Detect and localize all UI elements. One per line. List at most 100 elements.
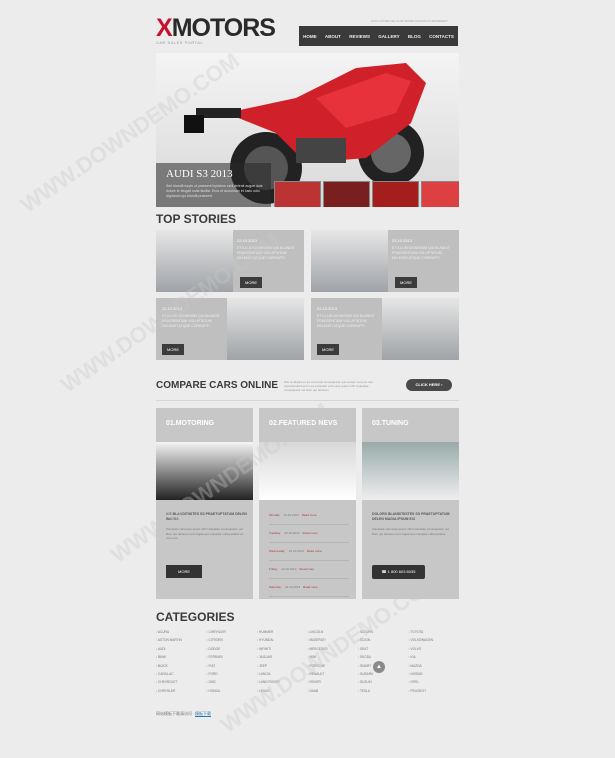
news-read-more-link[interactable]: Read more (303, 585, 318, 589)
category-link[interactable]: BUICK (156, 662, 207, 670)
category-link[interactable]: TOYOTA (409, 628, 460, 636)
category-link[interactable]: INFINITI (257, 645, 308, 653)
story-card[interactable]: 22.10.2013 ET ILLUM DIGNISSIM QUI BLANDI… (156, 298, 304, 360)
news-day: Friday (269, 567, 278, 571)
story-text: ET ILLUM DIGNISSIM QUI BLANDIT PRAESENTI… (317, 314, 375, 328)
logo-text: MOTORS (171, 14, 276, 42)
site-logo[interactable]: XMOTORS (156, 14, 276, 43)
nav-item-home[interactable]: HOME (303, 34, 317, 39)
news-row[interactable]: Saturday 22.10.2013 Read more (269, 578, 349, 597)
slider-thumb-1[interactable] (274, 181, 321, 207)
hero-slider[interactable]: AUDI S3 2013 Sed blandit turpis ut praes… (156, 53, 459, 207)
category-link[interactable]: CHRYSLER (156, 687, 207, 695)
category-link[interactable]: CITROEN (207, 636, 258, 644)
slider-thumb-3[interactable] (372, 181, 419, 207)
category-link[interactable]: NISSAN (409, 670, 460, 678)
category-link[interactable]: HONDA (207, 687, 258, 695)
news-row[interactable]: Tuesday 22.10.2013 Read more (269, 524, 349, 543)
news-column: 02.FEATURED NEVS Monday 22.10.2013 Read mo… (259, 408, 356, 599)
story-card[interactable]: 22.10.2013 ET ILLUM DIGNISSIM QUI BLANDI… (156, 230, 304, 292)
category-link[interactable]: FERRARI (207, 653, 258, 661)
phone-button[interactable]: ☎ 1 800 603 6035 (372, 565, 425, 579)
scroll-to-top-button[interactable]: ▲ (373, 661, 385, 673)
news-time: 22.10.2013 (281, 567, 297, 571)
category-link[interactable]: MERCEDES (308, 645, 359, 653)
nav-item-blog[interactable]: BLOG (408, 34, 421, 39)
category-link[interactable]: MINI (308, 653, 359, 661)
category-link[interactable]: DODGE (207, 645, 258, 653)
compare-title: COMPARE CARS ONLINE (156, 380, 279, 391)
category-link[interactable]: KIA (409, 653, 460, 661)
category-link[interactable]: VOLKSWAGEN (409, 636, 460, 644)
category-link[interactable]: LAND ROVER (257, 678, 308, 686)
slider-thumbnails (274, 181, 459, 207)
news-read-more-link[interactable]: Read more (302, 531, 317, 535)
news-row[interactable]: Wednesday 22.10.2013 Read more (269, 542, 349, 561)
news-time: 22.10.2013 (284, 531, 300, 535)
category-link[interactable]: CHEVROLET (156, 678, 207, 686)
story-card[interactable]: 22.10.2013 ET ILLUM DIGNISSIM QUI BLANDI… (311, 230, 459, 292)
category-link[interactable]: RENAULT (308, 670, 359, 678)
category-link[interactable]: OPEL (409, 678, 460, 686)
category-link[interactable]: GMC (207, 678, 258, 686)
category-link[interactable]: AUDI (156, 645, 207, 653)
news-read-more-link[interactable]: Read more (299, 567, 314, 571)
story-more-button[interactable]: MORE (240, 277, 262, 288)
category-link[interactable]: SEAT (358, 645, 409, 653)
category-link[interactable]: ACURA (156, 628, 207, 636)
footer-link[interactable]: 模板下载 (195, 711, 211, 716)
story-more-button[interactable]: MORE (317, 344, 339, 355)
category-link[interactable]: TESLA (358, 687, 409, 695)
news-read-more-link[interactable]: Read more (307, 549, 322, 553)
news-row[interactable]: Monday 22.10.2013 Read more (269, 506, 349, 525)
slide-title: AUDI S3 2013 (166, 168, 233, 180)
category-column: CHRYSLER CITROEN DODGE FERRARI FIAT FORD… (207, 628, 258, 695)
category-link[interactable]: JEEP (257, 662, 308, 670)
click-here-button[interactable]: CLICK HERE › (406, 379, 452, 391)
category-link[interactable]: MASERATI (308, 636, 359, 644)
logo-x: X (156, 14, 173, 42)
category-link[interactable]: CADILLAC (156, 670, 207, 678)
categories-list: ACURA ASTON MARTIN AUDI BMW BUICK CADILL… (156, 628, 459, 695)
news-read-more-link[interactable]: Read more (302, 513, 317, 517)
nav-item-contacts[interactable]: CONTACTS (429, 34, 454, 39)
category-link[interactable]: BMW (156, 653, 207, 661)
category-link[interactable]: SUZUKI (358, 678, 409, 686)
category-link[interactable]: ASTON MARTIN (156, 636, 207, 644)
category-link[interactable]: FORD (207, 670, 258, 678)
slider-thumb-4[interactable] (421, 181, 459, 207)
category-link[interactable]: SATURN (358, 628, 409, 636)
category-link[interactable]: PEUGEOT (409, 687, 460, 695)
category-link[interactable]: SCION (358, 636, 409, 644)
story-more-button[interactable]: MORE (395, 277, 417, 288)
category-link[interactable]: CHRYSLER (207, 628, 258, 636)
top-note: DUIS AUTEM VEL EUM IRIURE DOLOR IN HENDR… (371, 19, 448, 23)
story-more-button[interactable]: MORE (162, 344, 184, 355)
slider-thumb-2[interactable] (323, 181, 370, 207)
news-row[interactable]: Friday 22.10.2013 Read more (269, 560, 349, 579)
nav-item-reviews[interactable]: REVIEWS (349, 34, 370, 39)
story-card[interactable]: 22.10.2013 ET ILLUM DIGNISSIM QUI BLANDI… (311, 298, 459, 360)
category-link[interactable]: ROVER (308, 678, 359, 686)
nav-item-about[interactable]: ABOUT (325, 34, 341, 39)
news-car-image (259, 442, 356, 500)
category-link[interactable]: FIAT (207, 662, 258, 670)
category-link[interactable]: SKODA (358, 653, 409, 661)
tuning-column: 03.TUNING DOLORS BLANDITIISTES SS PRAETU… (362, 408, 459, 599)
category-link[interactable]: HUMMER (257, 628, 308, 636)
story-text: ET ILLUM DIGNISSIM QUI BLANDIT PRAESENTI… (392, 246, 450, 260)
motoring-more-button[interactable]: MORE (166, 565, 202, 578)
category-link[interactable]: MAZDA (409, 662, 460, 670)
motoring-title: 01.MOTORING (166, 420, 215, 427)
category-link[interactable]: LEXUS (257, 687, 308, 695)
category-link[interactable]: JAGUAR (257, 653, 308, 661)
category-link[interactable]: VOLVO (409, 645, 460, 653)
category-link[interactable]: SAAB (308, 687, 359, 695)
nav-item-gallery[interactable]: GALLERY (378, 34, 399, 39)
story-date: 22.10.2013 (237, 238, 258, 243)
category-link[interactable]: LINCOLN (308, 628, 359, 636)
story-car-image (311, 230, 388, 292)
category-link[interactable]: LANCIA (257, 670, 308, 678)
category-link[interactable]: PORSCHE (308, 662, 359, 670)
category-link[interactable]: HYUNDAI (257, 636, 308, 644)
